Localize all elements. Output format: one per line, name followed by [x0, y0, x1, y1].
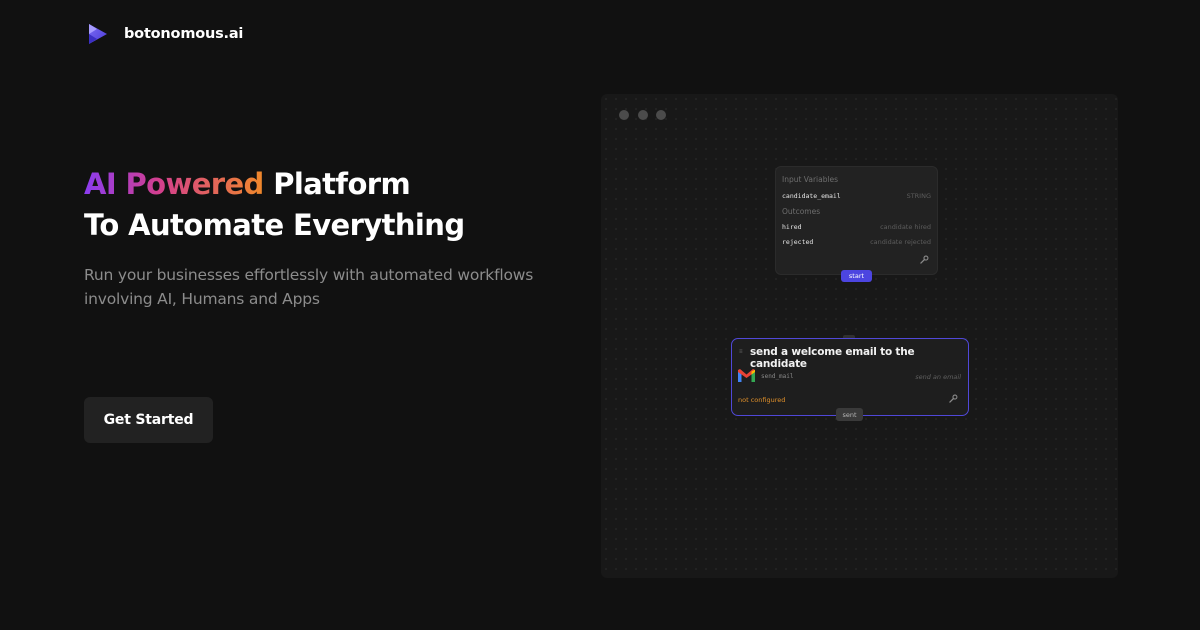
- outcome-description: candidate hired: [880, 223, 931, 231]
- hero-subtitle-line2: involving AI, Humans and Apps: [84, 290, 320, 308]
- workflow-preview-window: Input Variables candidate_email STRING O…: [601, 94, 1118, 578]
- outcome-description: candidate rejected: [870, 238, 931, 246]
- configuration-status: not configured: [738, 396, 786, 404]
- hero-title-rest: Platform: [263, 167, 411, 201]
- play-triangle-logo-icon: [89, 24, 107, 44]
- start-badge: start: [841, 270, 872, 282]
- get-started-button[interactable]: Get Started: [84, 397, 213, 443]
- outcome-name: hired: [782, 223, 802, 231]
- window-dot-icon: [619, 110, 629, 120]
- gmail-icon: [738, 369, 755, 382]
- window-dot-icon: [656, 110, 666, 120]
- hero-subtitle-line1: Run your businesses effortlessly with au…: [84, 266, 534, 284]
- action-description: send an email: [915, 373, 961, 381]
- input-variable-type: STRING: [906, 192, 931, 200]
- input-variable-name: candidate_email: [782, 192, 841, 200]
- hero-title-line1: AI Powered Platform: [84, 167, 411, 201]
- hero-title-line2: To Automate Everything: [84, 208, 465, 242]
- action-key: send_mail: [761, 373, 794, 380]
- drag-handle-icon: ≡: [739, 349, 743, 355]
- wrench-icon[interactable]: [949, 394, 958, 403]
- action-node-title: send a welcome email to the candidate: [750, 346, 915, 370]
- brand-logo[interactable]: botonomous.ai: [86, 22, 243, 46]
- window-dot-icon: [638, 110, 648, 120]
- brand-name: botonomous.ai: [124, 26, 244, 42]
- sent-outcome-badge[interactable]: sent: [836, 408, 863, 421]
- hero-subtitle: Run your businesses effortlessly with au…: [84, 263, 544, 311]
- start-node[interactable]: Input Variables candidate_email STRING O…: [775, 166, 938, 275]
- action-node[interactable]: ≡ send a welcome email to the candidate …: [731, 338, 969, 416]
- outcomes-heading: Outcomes: [782, 207, 821, 216]
- input-variables-heading: Input Variables: [782, 175, 839, 184]
- hero-title-gradient-text: AI Powered: [84, 167, 264, 201]
- wrench-icon[interactable]: [920, 255, 929, 264]
- hero-title: AI Powered Platform To Automate Everythi…: [84, 164, 465, 246]
- outcome-name: rejected: [782, 238, 814, 246]
